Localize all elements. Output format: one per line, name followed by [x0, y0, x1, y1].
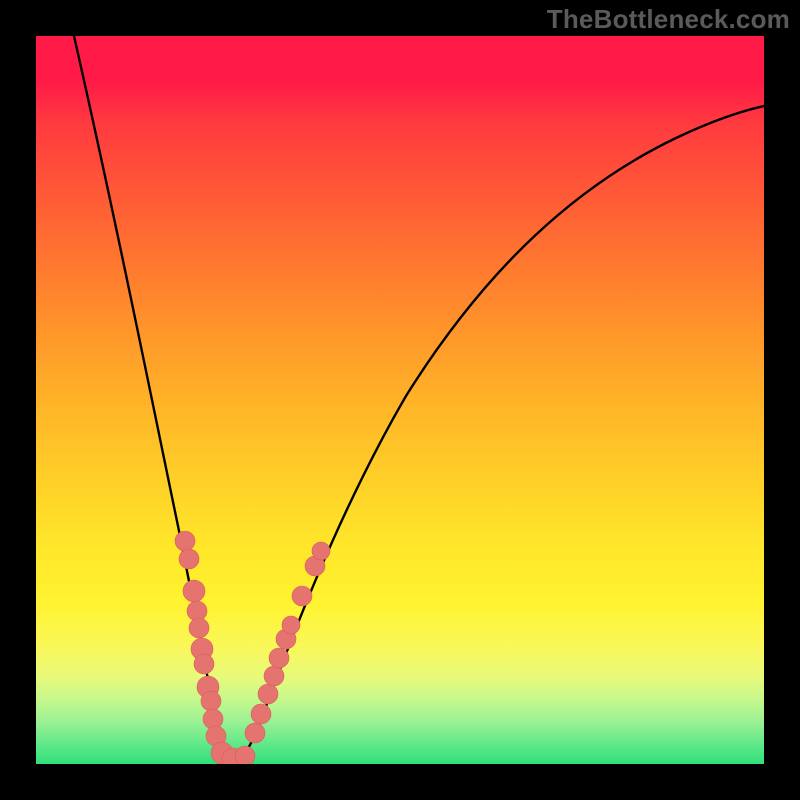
watermark-text: TheBottleneck.com: [547, 4, 790, 35]
data-point: [203, 709, 223, 729]
data-point: [245, 723, 265, 743]
data-point: [292, 586, 312, 606]
data-point: [175, 531, 195, 551]
data-point: [194, 654, 214, 674]
data-point: [201, 691, 221, 711]
data-point: [235, 746, 255, 764]
data-point: [183, 580, 205, 602]
data-point: [312, 542, 330, 560]
chart-svg: [36, 36, 764, 764]
chart-frame: TheBottleneck.com: [0, 0, 800, 800]
bottleneck-curve-right: [232, 106, 764, 764]
data-point: [269, 648, 289, 668]
curve-group: [74, 36, 764, 764]
plot-area: [36, 36, 764, 764]
data-point-group: [175, 531, 330, 764]
data-point: [189, 618, 209, 638]
data-point: [264, 666, 284, 686]
data-point: [282, 616, 300, 634]
data-point: [251, 704, 271, 724]
data-point: [179, 549, 199, 569]
data-point: [258, 684, 278, 704]
